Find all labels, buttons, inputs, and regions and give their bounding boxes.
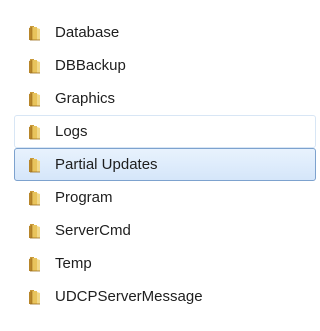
folder-item[interactable]: Graphics bbox=[14, 82, 316, 115]
folder-icon bbox=[28, 25, 44, 41]
folder-label: Temp bbox=[55, 255, 92, 272]
folder-item[interactable]: Logs bbox=[14, 115, 316, 148]
folder-item[interactable]: UDCPServerMessage bbox=[14, 280, 316, 313]
folder-label: ServerCmd bbox=[55, 222, 131, 239]
folder-label: Logs bbox=[55, 123, 88, 140]
folder-item[interactable]: Temp bbox=[14, 247, 316, 280]
folder-label: UDCPServerMessage bbox=[55, 288, 203, 305]
folder-item[interactable]: DBBackup bbox=[14, 49, 316, 82]
folder-label: Graphics bbox=[55, 90, 116, 107]
folder-icon bbox=[28, 223, 44, 239]
folder-label: Program bbox=[55, 189, 113, 206]
folder-icon bbox=[28, 256, 44, 272]
folder-icon bbox=[28, 91, 44, 107]
folder-label: DBBackup bbox=[55, 57, 126, 74]
folder-icon bbox=[28, 58, 44, 74]
folder-item[interactable]: Partial Updates bbox=[14, 148, 316, 181]
folder-label: Partial Updates bbox=[55, 156, 158, 173]
folder-item[interactable]: Database bbox=[14, 16, 316, 49]
folder-icon bbox=[28, 190, 44, 206]
folder-icon bbox=[28, 124, 44, 140]
folder-item[interactable]: Program bbox=[14, 181, 316, 214]
folder-icon bbox=[28, 289, 44, 305]
folder-icon bbox=[28, 157, 44, 173]
folder-list: Database DBBackup Graphics Logs Partial … bbox=[0, 16, 316, 313]
folder-label: Database bbox=[55, 24, 120, 41]
folder-item[interactable]: ServerCmd bbox=[14, 214, 316, 247]
